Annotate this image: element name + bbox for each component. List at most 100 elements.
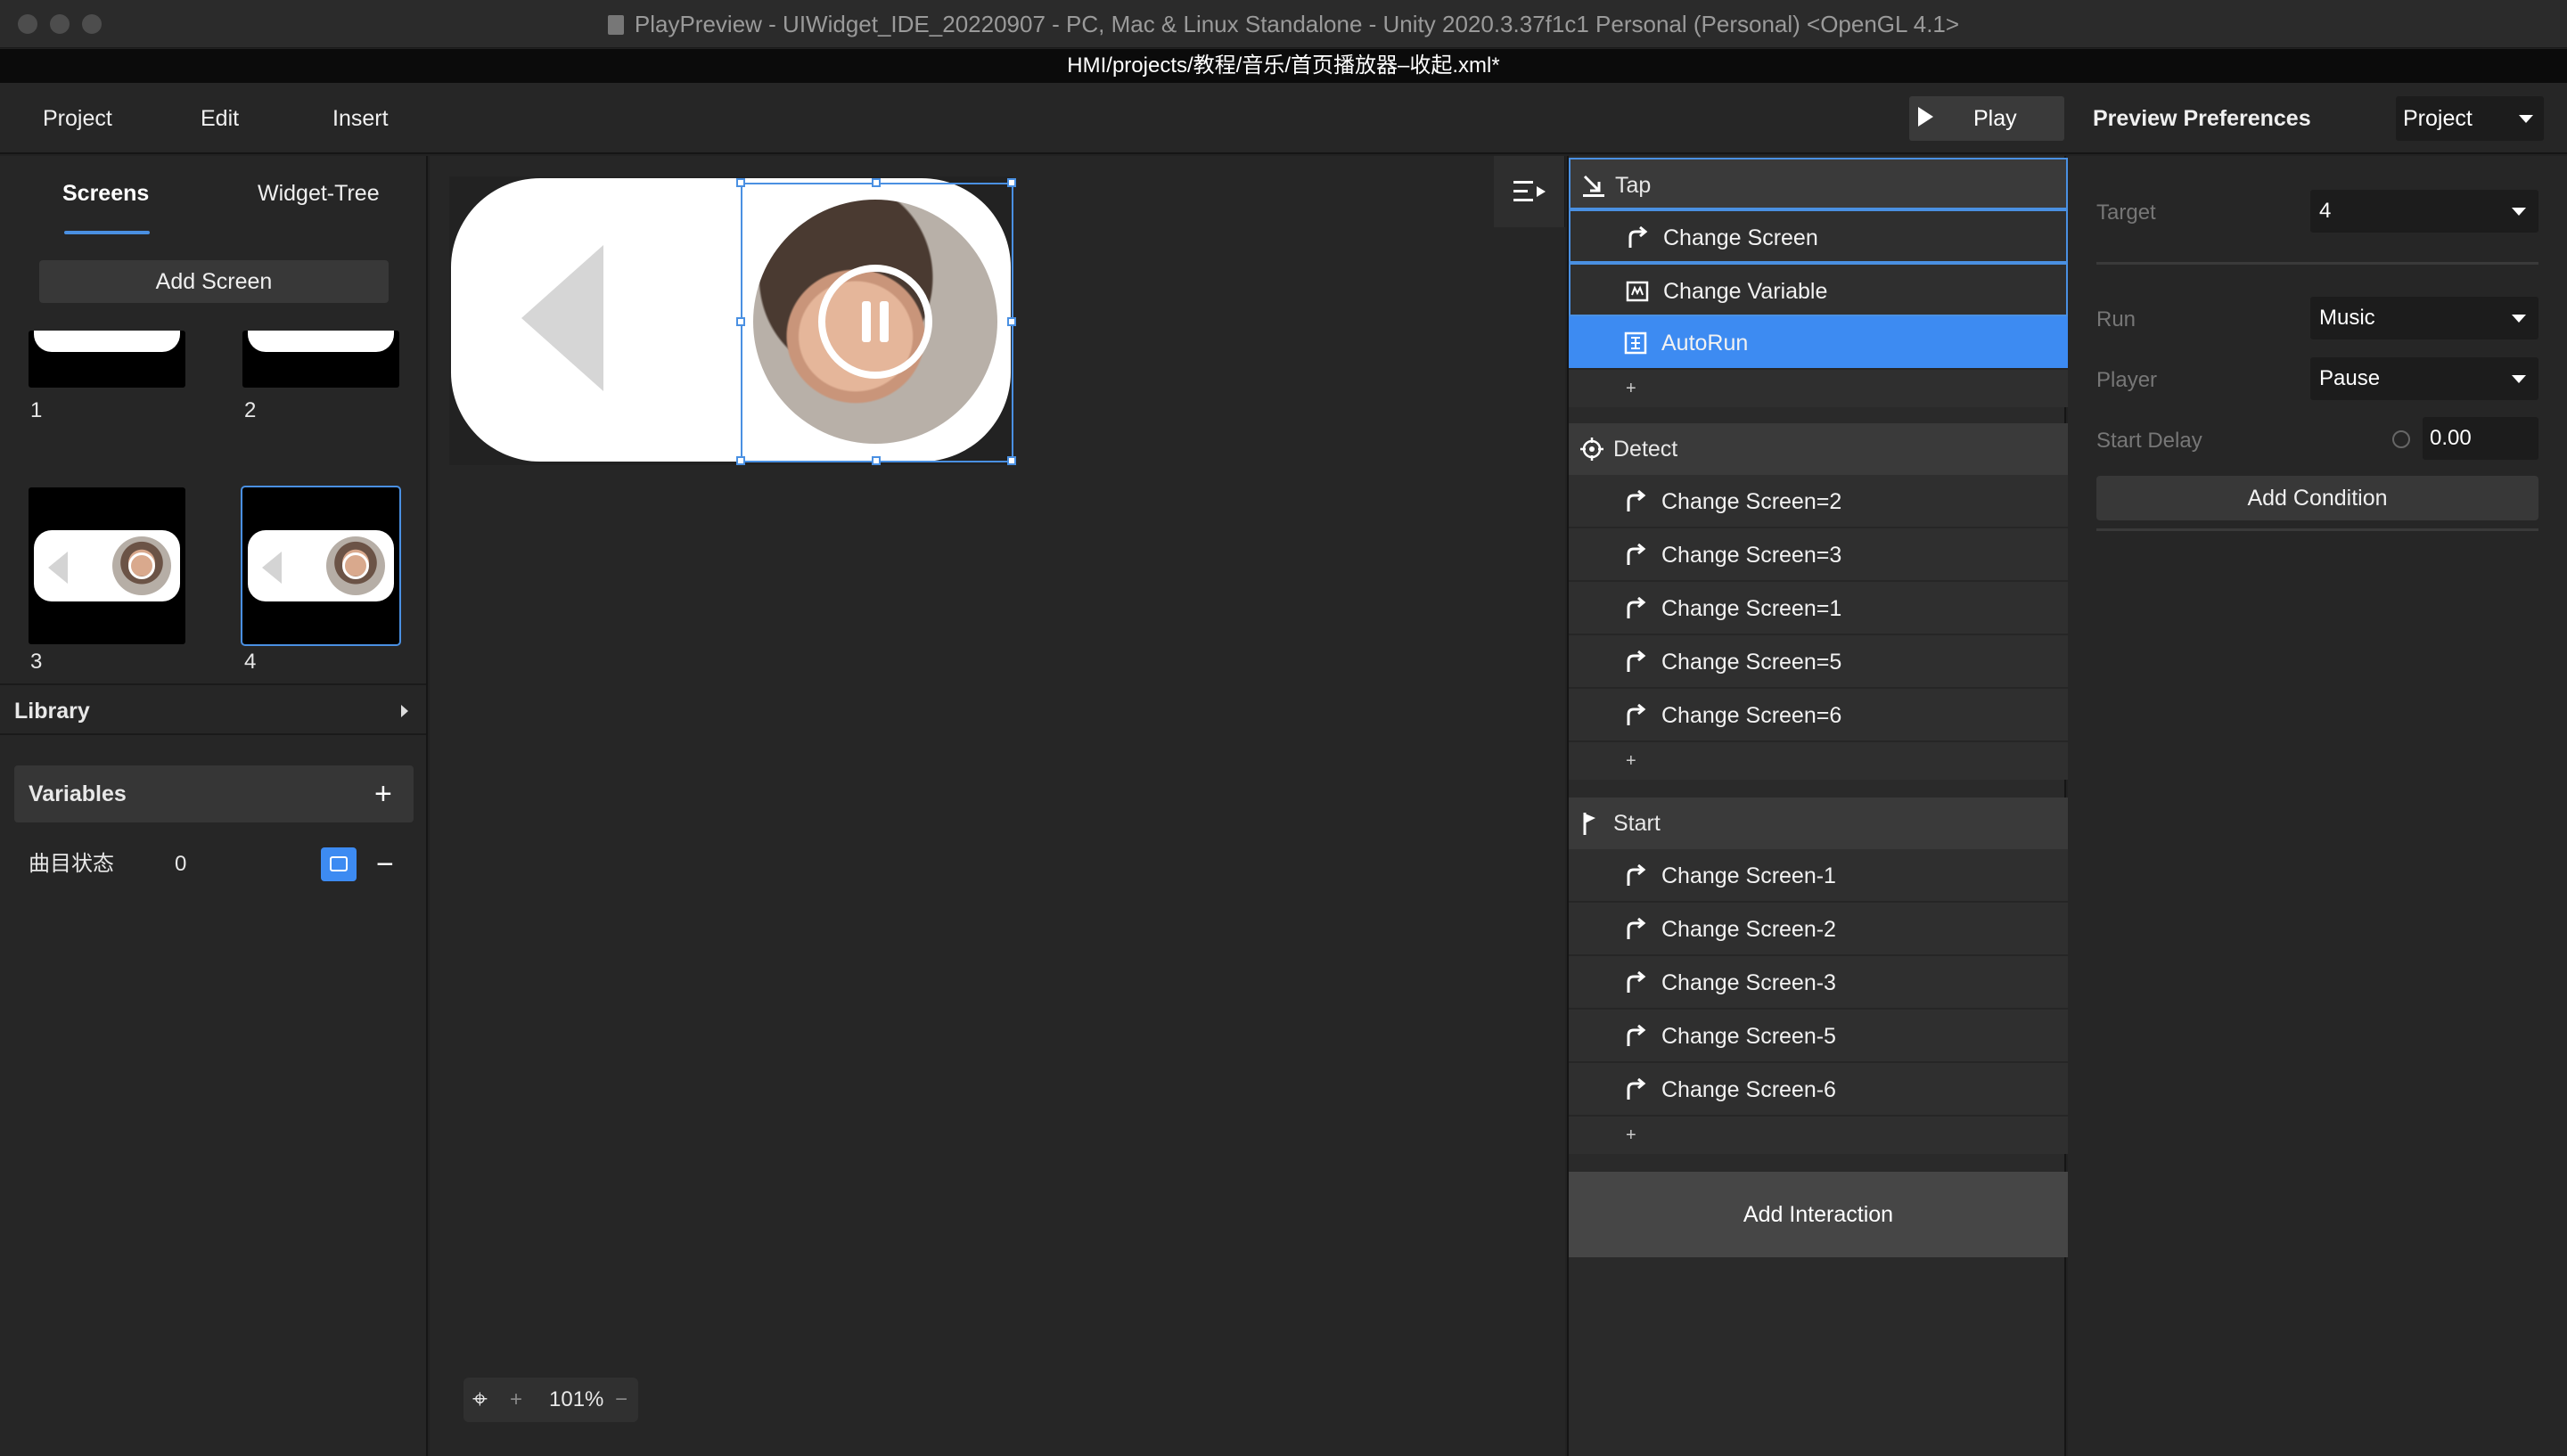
- variable-icon: [1626, 281, 1649, 302]
- play-button[interactable]: Play: [1909, 96, 2064, 141]
- pause-icon: [342, 552, 369, 579]
- screen-thumbnail-3[interactable]: [29, 487, 185, 644]
- action-change-screen-5[interactable]: Change Screen=5: [1569, 635, 2068, 689]
- left-panel: Screens Widget-Tree Add Screen 1 2 3 4 L…: [0, 156, 428, 1456]
- scope-value: Project: [2403, 106, 2473, 131]
- back-arrow-icon[interactable]: [521, 245, 603, 391]
- menu-project[interactable]: Project: [43, 83, 112, 154]
- resize-handle[interactable]: [872, 178, 881, 187]
- redirect-icon: [1627, 971, 1646, 993]
- menu-insert[interactable]: Insert: [332, 83, 389, 154]
- start-delay-label: Start Delay: [2096, 429, 2202, 453]
- variable-link-button[interactable]: [321, 847, 357, 881]
- target-dropdown[interactable]: 4: [2310, 190, 2538, 233]
- resize-handle[interactable]: [1007, 178, 1016, 187]
- add-action-detect[interactable]: +: [1569, 742, 2068, 780]
- menu-edit[interactable]: Edit: [201, 83, 239, 154]
- action-change-screen-2[interactable]: Change Screen-2: [1569, 903, 2068, 956]
- action-label: Change Screen-1: [1661, 863, 1836, 888]
- add-screen-button[interactable]: Add Screen: [39, 260, 389, 303]
- action-label: Change Variable: [1663, 279, 1828, 304]
- tab-widget-tree[interactable]: Widget-Tree: [258, 181, 380, 207]
- action-change-screen-1[interactable]: Change Screen-1: [1569, 849, 2068, 903]
- action-autorun[interactable]: AutoRun: [1569, 316, 2068, 370]
- start-delay-value: 0.00: [2430, 426, 2472, 450]
- add-interaction-button[interactable]: Add Interaction: [1569, 1172, 2068, 1257]
- screen-thumbnail-2[interactable]: [242, 331, 399, 388]
- action-change-screen-2[interactable]: Change Screen=2: [1569, 475, 2068, 528]
- action-label: Change Screen=2: [1661, 489, 1842, 514]
- zoom-in-button[interactable]: +: [510, 1378, 522, 1422]
- resize-handle[interactable]: [1007, 456, 1016, 465]
- scope-dropdown[interactable]: Project: [2396, 96, 2544, 141]
- resize-handle[interactable]: [872, 456, 881, 465]
- action-label: AutoRun: [1661, 331, 1749, 356]
- add-variable-button[interactable]: +: [374, 765, 392, 822]
- resize-handle[interactable]: [736, 317, 745, 326]
- interactions-panel: Tap Change Screen Change Variable AutoRu…: [1567, 156, 2068, 1456]
- target-label: Target: [2096, 200, 2156, 225]
- action-change-screen[interactable]: Change Screen: [1569, 209, 2068, 263]
- action-change-screen-3[interactable]: Change Screen-3: [1569, 956, 2068, 1010]
- trigger-detect[interactable]: Detect: [1569, 423, 2068, 475]
- add-action-start[interactable]: +: [1569, 1117, 2068, 1154]
- action-label: Change Screen=5: [1661, 650, 1842, 675]
- back-arrow-icon: [262, 552, 282, 584]
- add-action-tap[interactable]: +: [1569, 370, 2068, 407]
- resize-handle[interactable]: [736, 456, 745, 465]
- clock-icon: [2392, 430, 2410, 448]
- action-change-screen-6[interactable]: Change Screen=6: [1569, 689, 2068, 742]
- divider: [2096, 262, 2538, 265]
- run-dropdown[interactable]: Music: [2310, 297, 2538, 339]
- list-collapse-icon: [1513, 181, 1546, 201]
- remove-variable-button[interactable]: −: [376, 842, 394, 887]
- flag-icon: [1583, 813, 1595, 835]
- crosshair-icon[interactable]: ⌖: [472, 1378, 488, 1422]
- add-condition-button[interactable]: Add Condition: [2096, 476, 2538, 520]
- action-change-screen-6[interactable]: Change Screen-6: [1569, 1063, 2068, 1117]
- play-icon: [1918, 107, 1933, 127]
- preview-preferences-button[interactable]: Preview Preferences: [2093, 83, 2311, 154]
- action-label: Change Screen-6: [1661, 1077, 1836, 1102]
- redirect-icon: [1627, 1025, 1646, 1046]
- run-label: Run: [2096, 307, 2136, 331]
- screen-preview: [248, 331, 394, 352]
- album-disc: [112, 536, 171, 595]
- library-section[interactable]: Library: [0, 683, 426, 735]
- redirect-icon: [1627, 918, 1646, 939]
- action-change-screen-1[interactable]: Change Screen=1: [1569, 582, 2068, 635]
- action-change-screen-5[interactable]: Change Screen-5: [1569, 1010, 2068, 1063]
- action-label: Change Screen: [1663, 225, 1818, 250]
- trigger-tap[interactable]: Tap: [1569, 158, 2068, 209]
- trigger-label: Start: [1613, 811, 1661, 836]
- screen-thumbnail-1[interactable]: [29, 331, 185, 388]
- action-label: Change Screen=3: [1661, 543, 1842, 568]
- variable-value[interactable]: 0: [175, 842, 186, 887]
- resize-handle[interactable]: [736, 178, 745, 187]
- play-label: Play: [1973, 106, 2017, 131]
- zoom-out-button[interactable]: −: [615, 1378, 627, 1422]
- action-change-screen-3[interactable]: Change Screen=3: [1569, 528, 2068, 582]
- action-label: Change Screen-5: [1661, 1024, 1836, 1049]
- panel-collapse-button[interactable]: [1494, 156, 1565, 227]
- file-path-bar: HMI/projects/教程/音乐/首页播放器–收起.xml*: [0, 49, 2567, 83]
- screen-thumbnail-4[interactable]: [241, 486, 401, 646]
- trigger-label: Tap: [1615, 173, 1652, 198]
- play-icon: [128, 552, 155, 579]
- player-value: Pause: [2319, 366, 2381, 390]
- start-delay-input[interactable]: 0.00: [2423, 417, 2538, 460]
- screen-preview: [34, 331, 180, 352]
- action-label: Change Screen-2: [1661, 917, 1836, 942]
- trigger-start[interactable]: Start: [1569, 798, 2068, 849]
- active-tab-indicator: [64, 231, 150, 234]
- screen-preview: [248, 530, 394, 601]
- player-dropdown[interactable]: Pause: [2310, 357, 2538, 400]
- action-label: Change Screen=6: [1661, 703, 1842, 728]
- action-change-variable[interactable]: Change Variable: [1569, 263, 2068, 316]
- divider: [2096, 528, 2538, 531]
- screen-label-2: 2: [244, 398, 257, 422]
- tab-screens[interactable]: Screens: [62, 181, 149, 207]
- folder-link-icon: [330, 856, 348, 871]
- resize-handle[interactable]: [1007, 317, 1016, 326]
- redirect-icon: [1627, 490, 1646, 511]
